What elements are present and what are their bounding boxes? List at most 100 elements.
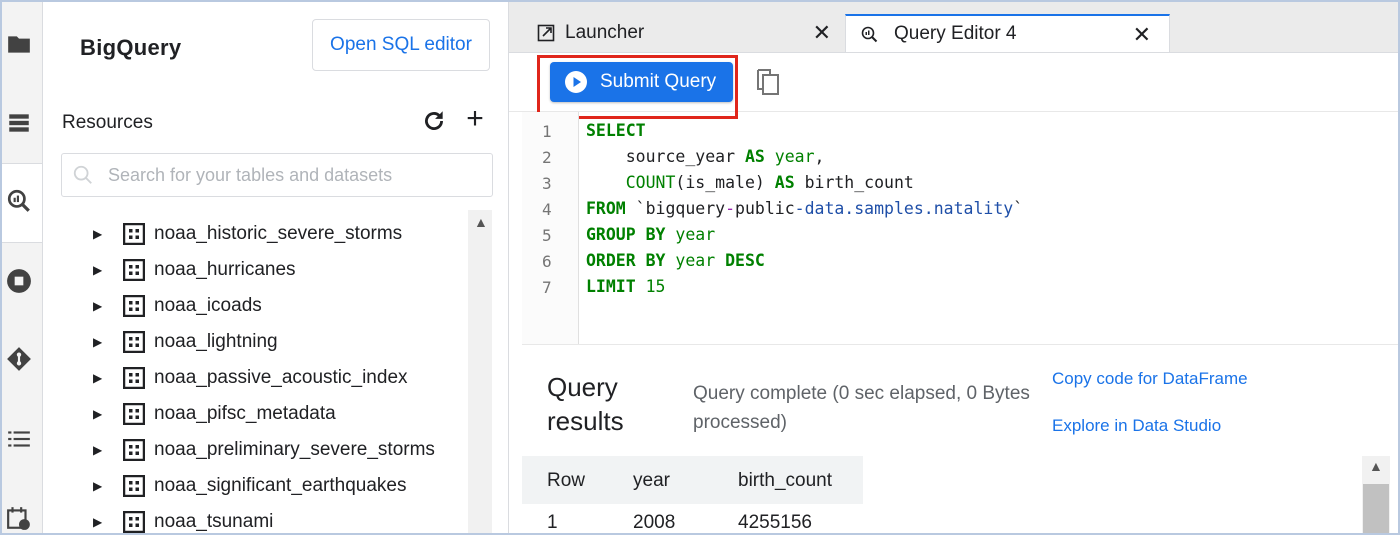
add-icon[interactable]: + bbox=[461, 104, 489, 134]
dataset-icon bbox=[123, 295, 145, 317]
expand-caret-icon[interactable]: ▶ bbox=[93, 515, 107, 529]
line-number: 6 bbox=[542, 252, 552, 271]
search-box bbox=[61, 153, 493, 197]
tree-item[interactable]: ▶ noaa_significant_earthquakes bbox=[61, 468, 481, 504]
sql-keyword: ORDER BY bbox=[586, 251, 666, 270]
tree-item[interactable]: ▶ noaa_hurricanes bbox=[61, 252, 481, 288]
expand-caret-icon[interactable]: ▶ bbox=[93, 335, 107, 349]
code-text: ` bbox=[1013, 199, 1024, 218]
refresh-icon[interactable] bbox=[421, 108, 447, 134]
code-text: `bigquery bbox=[625, 199, 726, 218]
column-header: birth_count bbox=[738, 470, 833, 491]
query-search-icon[interactable] bbox=[4, 186, 34, 216]
dataset-label: noaa_lightning bbox=[154, 331, 278, 352]
sql-keyword: FROM bbox=[586, 199, 626, 218]
sql-code-editor[interactable]: 1 2 3 4 5 6 7 SELECT source_year AS year… bbox=[522, 112, 1400, 345]
code-line: ORDER BY year DESC bbox=[586, 251, 765, 270]
query-icon bbox=[861, 26, 878, 43]
sql-keyword: SELECT bbox=[586, 121, 646, 140]
tree-item[interactable]: ▶ noaa_lightning bbox=[61, 324, 481, 360]
code-line: COUNT(is_male) AS birth_count bbox=[586, 173, 914, 192]
tree-item[interactable]: ▶ noaa_tsunami bbox=[61, 504, 481, 535]
scrollbar-thumb[interactable] bbox=[1363, 484, 1389, 535]
code-text: public bbox=[735, 199, 795, 218]
dataset-icon bbox=[123, 511, 145, 533]
code-text: -data.samples.natality bbox=[794, 199, 1014, 218]
expand-caret-icon[interactable]: ▶ bbox=[93, 299, 107, 313]
close-icon[interactable]: ✕ bbox=[813, 20, 831, 46]
folder-icon[interactable] bbox=[4, 29, 34, 59]
bullet-list-icon[interactable] bbox=[4, 424, 34, 454]
line-number-gutter: 1 2 3 4 5 6 7 bbox=[522, 112, 579, 344]
table-cell: 1 bbox=[547, 512, 558, 533]
dataset-label: noaa_hurricanes bbox=[154, 259, 296, 280]
tree-item[interactable]: ▶ noaa_historic_severe_storms bbox=[61, 216, 481, 252]
close-icon[interactable]: ✕ bbox=[1133, 22, 1151, 48]
sql-keyword: AS bbox=[744, 147, 765, 166]
git-icon[interactable] bbox=[4, 344, 34, 374]
line-number: 7 bbox=[542, 278, 552, 297]
line-number: 1 bbox=[542, 122, 552, 141]
query-results-header: Query results Query complete (0 sec elap… bbox=[509, 345, 1400, 455]
main-panel: Launcher ✕ Query Editor 4 ✕ Submit Query bbox=[509, 0, 1400, 535]
code-text: source_year bbox=[586, 147, 745, 166]
column-header: year bbox=[633, 470, 670, 491]
resources-sidebar: BigQuery Open SQL editor Resources + ▶ n… bbox=[43, 0, 509, 535]
sql-keyword: GROUP BY bbox=[586, 225, 666, 244]
tab-query-editor[interactable]: Query Editor 4 ✕ bbox=[845, 14, 1170, 52]
line-number: 2 bbox=[542, 148, 552, 167]
editor-toolbar: Submit Query bbox=[509, 53, 1400, 119]
table-cell: 2008 bbox=[633, 512, 676, 533]
copy-dataframe-link[interactable]: Copy code for DataFrame bbox=[1052, 369, 1248, 389]
expand-caret-icon[interactable]: ▶ bbox=[93, 227, 107, 241]
dataset-label: noaa_passive_acoustic_index bbox=[154, 367, 408, 388]
dataset-icon bbox=[123, 259, 145, 281]
copy-icon[interactable] bbox=[755, 67, 781, 97]
code-line: FROM `bigquery-public-data.samples.natal… bbox=[586, 199, 1023, 218]
tab-label: Query Editor 4 bbox=[894, 23, 1017, 44]
code-line: LIMIT 15 bbox=[586, 277, 665, 296]
expand-caret-icon[interactable]: ▶ bbox=[93, 479, 107, 493]
tree-item[interactable]: ▶ noaa_pifsc_metadata bbox=[61, 396, 481, 432]
dataset-label: noaa_historic_severe_storms bbox=[154, 223, 403, 244]
resources-label: Resources bbox=[62, 112, 153, 133]
open-sql-editor-button[interactable]: Open SQL editor bbox=[312, 19, 490, 71]
dataset-icon bbox=[123, 439, 145, 461]
tree-item[interactable]: ▶ noaa_icoads bbox=[61, 288, 481, 324]
table-cell: 4255156 bbox=[738, 512, 812, 533]
explore-data-studio-link[interactable]: Explore in Data Studio bbox=[1052, 416, 1221, 436]
submit-query-button[interactable]: Submit Query bbox=[550, 62, 733, 102]
dataset-icon bbox=[123, 475, 145, 497]
list-icon[interactable] bbox=[4, 108, 34, 138]
scroll-up-icon[interactable]: ▲ bbox=[1369, 458, 1383, 474]
tab-bar: Launcher ✕ Query Editor 4 ✕ bbox=[509, 0, 1400, 53]
launcher-icon bbox=[537, 24, 555, 42]
results-scrollbar[interactable]: ▲ bbox=[1362, 456, 1390, 535]
expand-caret-icon[interactable]: ▶ bbox=[93, 407, 107, 421]
code-text: , bbox=[814, 147, 825, 166]
tree-item[interactable]: ▶ noaa_preliminary_severe_storms bbox=[61, 432, 481, 468]
search-input[interactable] bbox=[106, 163, 480, 187]
calendar-clock-icon[interactable] bbox=[4, 503, 34, 533]
column-header: Row bbox=[547, 470, 586, 491]
code-line: SELECT bbox=[586, 121, 646, 140]
dataset-label: noaa_tsunami bbox=[154, 511, 274, 532]
code-text: year bbox=[665, 225, 716, 244]
tab-launcher[interactable]: Launcher ✕ bbox=[523, 14, 849, 52]
code-text: (is_male) bbox=[675, 173, 775, 192]
tree-item[interactable]: ▶ noaa_passive_acoustic_index bbox=[61, 360, 481, 396]
results-table: Row year birth_count 1 2008 4255156 bbox=[522, 456, 1372, 535]
scroll-up-icon[interactable]: ▲ bbox=[474, 214, 488, 230]
expand-caret-icon[interactable]: ▶ bbox=[93, 443, 107, 457]
expand-caret-icon[interactable]: ▶ bbox=[93, 371, 107, 385]
line-number: 5 bbox=[542, 226, 552, 245]
dataset-icon bbox=[123, 403, 145, 425]
code-line: source_year AS year, bbox=[586, 147, 825, 166]
expand-caret-icon[interactable]: ▶ bbox=[93, 263, 107, 277]
dataset-icon bbox=[123, 367, 145, 389]
sidebar-scrollbar[interactable]: ▲ bbox=[468, 210, 492, 535]
stop-icon[interactable] bbox=[4, 266, 34, 296]
sql-keyword: DESC bbox=[725, 251, 765, 270]
query-results-title: Query results bbox=[547, 372, 624, 436]
